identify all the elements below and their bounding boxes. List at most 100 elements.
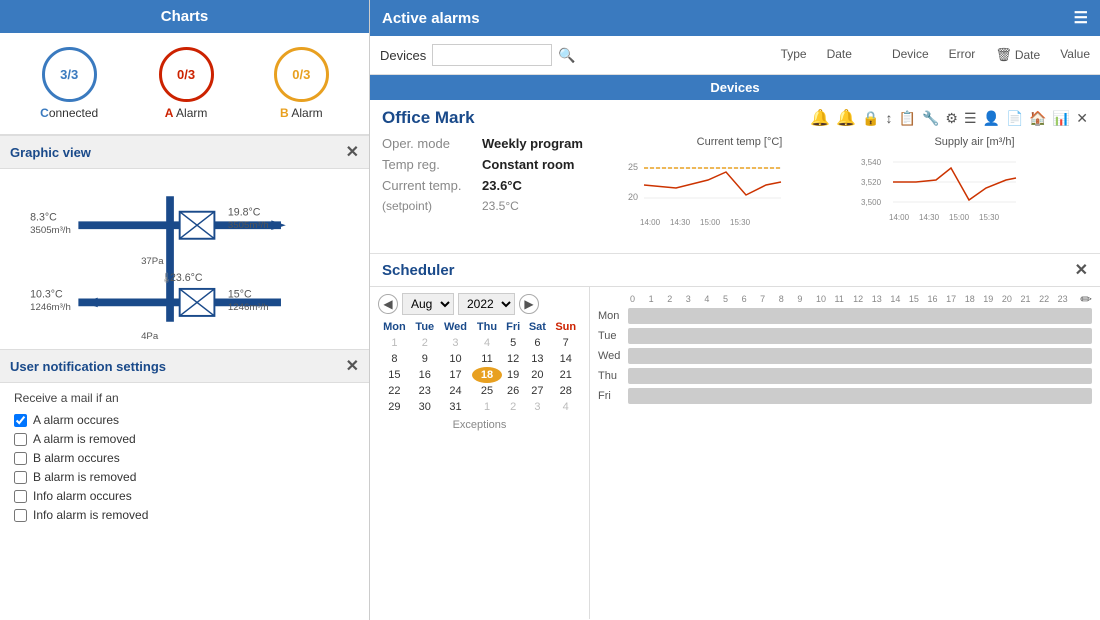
notif-checkbox-5[interactable] [14,509,27,522]
hour-label: 3 [686,294,705,304]
hour-label: 10 [816,294,835,304]
notif-checkbox-2[interactable] [14,452,27,465]
lock-icon[interactable]: 🔒 [862,110,879,127]
timeline-bar[interactable] [628,368,1092,384]
scheduler-close[interactable]: ✕ [1075,260,1088,280]
cal-day[interactable]: 4 [472,335,502,351]
arrows-icon[interactable]: ↕ [886,110,893,126]
notif-checkbox-1[interactable] [14,433,27,446]
cal-day[interactable]: 8 [378,351,411,367]
cal-day[interactable]: 9 [411,351,439,367]
user-icon[interactable]: 👤 [983,110,1000,127]
hour-label: 20 [1002,294,1021,304]
cal-day[interactable]: 10 [439,351,472,367]
temp-chart-title: Current temp [°C] [626,136,853,148]
schedule-icon[interactable]: 📋 [899,110,916,127]
timeline-row: Tue [598,328,1092,344]
svg-text:3,500: 3,500 [861,198,882,207]
cal-day[interactable]: 13 [524,351,550,367]
cal-day[interactable]: 18 [472,367,502,383]
active-alarms-title: Active alarms [382,10,480,27]
cal-header-sun: Sun [550,319,581,335]
b-alarm-status: 0/3 B Alarm [274,47,329,120]
cal-day[interactable]: 17 [439,367,472,383]
cal-day[interactable]: 1 [472,399,502,415]
temp-chart-svg: 25 20 14:00 14:30 15:00 15:30 [626,150,786,240]
notif-label-3: B alarm is removed [33,470,136,484]
timeline-bar[interactable] [628,388,1092,404]
notif-item-5[interactable]: Info alarm is removed [14,508,355,522]
cal-next-button[interactable]: ▶ [519,294,539,314]
cal-day[interactable]: 6 [524,335,550,351]
notification-close[interactable]: ✕ [346,356,359,376]
filter-icon[interactable]: ☰ [1074,8,1088,28]
cal-day[interactable]: 1 [378,335,411,351]
cal-day[interactable]: 21 [550,367,581,383]
notif-item-1[interactable]: A alarm is removed [14,432,355,446]
document-icon[interactable]: 📄 [1006,110,1023,127]
notif-checkbox-3[interactable] [14,471,27,484]
notif-item-0[interactable]: A alarm occures [14,413,355,427]
day-label: Tue [598,330,628,342]
svg-text:19.8°C: 19.8°C [228,207,261,219]
timeline-bar[interactable] [628,348,1092,364]
cal-day[interactable]: 4 [550,399,581,415]
search-icon[interactable]: 🔍 [558,47,575,64]
notif-item-4[interactable]: Info alarm occures [14,489,355,503]
bell-gray-icon[interactable]: 🔔 [810,108,830,128]
cal-day[interactable]: 12 [502,351,524,367]
cal-day[interactable]: 2 [411,335,439,351]
cal-day[interactable]: 26 [502,383,524,399]
bell-yellow-icon[interactable]: 🔔 [836,108,856,128]
cal-day[interactable]: 14 [550,351,581,367]
notif-item-3[interactable]: B alarm is removed [14,470,355,484]
notif-label-2: B alarm occures [33,451,120,465]
cal-day[interactable]: 11 [472,351,502,367]
cal-prev-button[interactable]: ◀ [378,294,398,314]
device-details: Oper. mode Weekly program Temp reg. Cons… [382,136,602,245]
settings-icon[interactable]: ⚙ [945,110,958,127]
cal-day[interactable]: 25 [472,383,502,399]
cal-day[interactable]: 27 [524,383,550,399]
col-date-2: 🗑 Date [995,47,1040,63]
notif-item-2[interactable]: B alarm occures [14,451,355,465]
notif-checkbox-0[interactable] [14,414,27,427]
timeline-edit-icon[interactable]: ✏ [1080,291,1092,308]
cal-day[interactable]: 30 [411,399,439,415]
alarm-search-group: Devices 🔍 [380,44,576,66]
cal-day[interactable]: 16 [411,367,439,383]
alarm-columns: Type Date Device Error 🗑 Date Value [781,47,1090,63]
cal-day[interactable]: 5 [502,335,524,351]
cal-day[interactable]: 3 [524,399,550,415]
sort-icon[interactable]: 🗑 [995,47,1012,63]
a-alarm-label: A Alarm [165,106,208,120]
alarm-search-input[interactable] [432,44,552,66]
cal-day[interactable]: 24 [439,383,472,399]
wrench-icon[interactable]: 🔧 [922,110,939,127]
chart-icon[interactable]: 📊 [1053,110,1070,127]
cal-day[interactable]: 31 [439,399,472,415]
list-icon[interactable]: ☰ [964,110,977,127]
year-select[interactable]: 2022 [458,293,515,315]
b-alarm-label: B Alarm [280,106,323,120]
cal-day[interactable]: 28 [550,383,581,399]
timeline-bar[interactable] [628,308,1092,324]
home-icon[interactable]: 🏠 [1029,110,1046,127]
device-close-icon[interactable]: ✕ [1076,110,1088,127]
cal-day[interactable]: 2 [502,399,524,415]
cal-day[interactable]: 29 [378,399,411,415]
month-select[interactable]: Aug [402,293,454,315]
notif-checkbox-4[interactable] [14,490,27,503]
scheduler-header: Scheduler ✕ [370,254,1100,287]
cal-header-thu: Thu [472,319,502,335]
cal-day[interactable]: 15 [378,367,411,383]
cal-day[interactable]: 20 [524,367,550,383]
cal-day[interactable]: 19 [502,367,524,383]
cal-day[interactable]: 7 [550,335,581,351]
timeline-bar[interactable] [628,328,1092,344]
alarm-search-bar: Devices 🔍 Type Date Device Error 🗑 Date … [370,36,1100,75]
cal-day[interactable]: 22 [378,383,411,399]
cal-day[interactable]: 23 [411,383,439,399]
graphic-view-close[interactable]: ✕ [346,142,359,162]
cal-day[interactable]: 3 [439,335,472,351]
